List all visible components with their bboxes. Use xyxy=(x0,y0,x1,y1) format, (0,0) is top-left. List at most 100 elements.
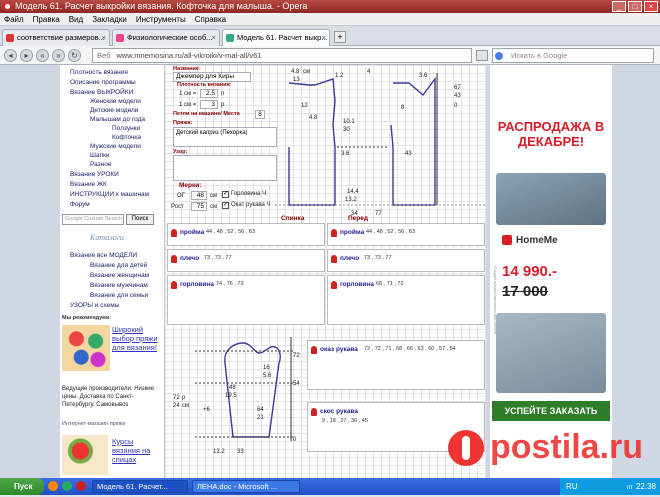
nav-link[interactable]: Ползунки xyxy=(112,125,140,132)
info-icon[interactable] xyxy=(331,229,337,237)
menu-view[interactable]: Вид xyxy=(69,15,83,24)
knitting-course-image[interactable] xyxy=(62,435,108,475)
nav-link[interactable]: Плотность вязания xyxy=(70,69,128,76)
nav-link[interactable]: Разное xyxy=(90,161,111,168)
pattern-field[interactable] xyxy=(173,155,277,181)
close-button[interactable]: × xyxy=(644,1,658,12)
menu-bar: Файл Правка Вид Закладки Инструменты Справка xyxy=(0,13,660,26)
calc-row-back-shoulder: плечо 73 , 73 , 77 xyxy=(167,249,325,272)
nav-link[interactable]: Детские модели xyxy=(90,107,138,114)
url-field[interactable]: Веб www.mnemosina.ru/all-vikroiki/v-mal-a… xyxy=(92,48,472,63)
sleeve-number: 21 xyxy=(257,415,264,421)
nav-link[interactable]: ИНСТРУКЦИИ к машинам xyxy=(70,191,149,198)
nav-link[interactable]: Вязание УРОКИ xyxy=(70,171,119,178)
maximize-button[interactable]: □ xyxy=(628,1,642,12)
catalog-link[interactable]: Вязание женщинам xyxy=(90,272,149,279)
minimize-button[interactable]: _ xyxy=(612,1,626,12)
row-title: плечо xyxy=(340,255,360,262)
tab-model-61[interactable]: Модель 61. Расчет выкр... × xyxy=(222,29,330,47)
catalog-link[interactable]: Вязание мужчинам xyxy=(90,282,148,289)
calc-row-sleeve-cap: оказ рукава 72 , 72 , 71 , 68 , 66 , 63 ,… xyxy=(307,340,485,390)
row-density-input[interactable]: 3 xyxy=(200,100,218,109)
reload-icon[interactable]: ↻ xyxy=(68,49,81,62)
quicklaunch-icon[interactable] xyxy=(76,481,86,491)
close-tab-icon[interactable]: × xyxy=(212,30,216,46)
knitting-course-link[interactable]: Курсы вязания на спицах xyxy=(112,437,160,464)
fast-forward-icon[interactable]: » xyxy=(52,49,65,62)
forward-icon[interactable]: ▸ xyxy=(20,49,33,62)
quicklaunch-icon[interactable] xyxy=(48,481,58,491)
nav-link[interactable]: Мужские модели xyxy=(90,143,141,150)
yarn-field[interactable]: Детский каприз (Пехорка) xyxy=(173,127,277,147)
info-icon[interactable] xyxy=(171,229,177,237)
row-values: 73 , 73 , 77 xyxy=(204,255,232,261)
catalog-heading: Каталоги xyxy=(90,233,124,242)
nav-link[interactable]: Форум xyxy=(70,201,90,208)
windows-taskbar: Пуск Модель 61. Расчет... ЛЕНА.doc - Mic… xyxy=(0,478,660,495)
row-values: 72 , 72 , 71 , 68 , 66 , 63 , 60 , 57 , … xyxy=(364,346,456,352)
language-indicator[interactable]: RU xyxy=(566,478,578,495)
info-icon[interactable] xyxy=(311,346,317,354)
height-input[interactable]: 75 xyxy=(191,202,207,211)
menu-edit[interactable]: Правка xyxy=(33,15,60,24)
custom-search-input[interactable]: Google Custom Search xyxy=(62,214,124,225)
stitch-density-input[interactable]: 2.5 xyxy=(200,89,218,98)
nav-link[interactable]: Описание программы xyxy=(70,79,136,86)
machine-input[interactable]: 8 xyxy=(255,110,265,119)
yarn-ad-url[interactable]: Интернет-магазин пряжи xyxy=(62,421,125,427)
info-icon[interactable] xyxy=(171,281,177,289)
sleeve-cap-checkbox-label: Окат рукава Ч xyxy=(231,202,271,208)
left-sidebar: Плотность вязания Описание программы Вяз… xyxy=(60,65,164,478)
nav-link[interactable]: Шапки xyxy=(90,152,110,159)
catalog-link[interactable]: УЗОРЫ и схемы xyxy=(70,302,119,309)
order-now-button[interactable]: УСПЕЙТЕ ЗАКАЗАТЬ xyxy=(492,401,610,421)
sleeve-pattern-diagram xyxy=(195,337,295,441)
start-button[interactable]: Пуск xyxy=(0,478,44,495)
watermark-text: postila.ru xyxy=(490,428,644,466)
pattern-number: 12 xyxy=(301,103,308,109)
catalog-link[interactable]: Вязание все МОДЕЛИ xyxy=(70,252,137,259)
chest-input[interactable]: 48 xyxy=(191,191,207,200)
banner-ad[interactable]: РАСПРОДАЖА В ДЕКАБРЕ! HomeMe 14 990.- 17… xyxy=(490,65,612,478)
sleeve-cap-checkbox[interactable]: ✓ xyxy=(222,202,229,209)
menu-tools[interactable]: Инструменты xyxy=(136,15,186,24)
yarn-ad-link[interactable]: Широкий выбор пряжи для вязания! xyxy=(112,325,160,352)
nav-link[interactable]: Малышам до года xyxy=(90,116,145,123)
info-icon[interactable] xyxy=(331,281,337,289)
info-icon[interactable] xyxy=(311,408,317,416)
close-tab-icon[interactable]: × xyxy=(322,30,326,46)
quicklaunch-icon[interactable] xyxy=(62,481,72,491)
back-label: Спинка xyxy=(281,215,305,222)
back-piece-outline xyxy=(288,78,336,206)
new-tab-button[interactable]: + xyxy=(334,31,346,43)
search-input[interactable]: Искать в Google xyxy=(492,48,654,63)
search-button[interactable]: Поиск xyxy=(126,214,154,225)
menu-bookmarks[interactable]: Закладки xyxy=(92,15,127,24)
nav-link[interactable]: Женские модели xyxy=(90,98,141,105)
calc-row-front-neckline: горловина 66 , 71 , 72 xyxy=(327,275,485,325)
catalog-link[interactable]: Вязание для семьи xyxy=(90,292,148,299)
nav-link[interactable]: Кофточка xyxy=(112,134,141,141)
nav-link[interactable]: Вязание ЖК xyxy=(70,181,107,188)
yarn-image[interactable] xyxy=(62,325,110,371)
menu-help[interactable]: Справка xyxy=(195,15,226,24)
taskbar-item-opera[interactable]: Модель 61. Расчет... xyxy=(92,480,188,493)
nav-link[interactable]: Вязание ВЫКРОЙКИ xyxy=(70,89,133,96)
sleeve-unit: р xyxy=(182,395,186,401)
tab-physiology[interactable]: Физиологические особ... × xyxy=(112,29,220,46)
rewind-icon[interactable]: « xyxy=(36,49,49,62)
catalog-link[interactable]: Вязание для детей xyxy=(90,262,147,269)
back-icon[interactable]: ◂ xyxy=(4,49,17,62)
pattern-number: 1.2 xyxy=(335,73,344,79)
close-tab-icon[interactable]: × xyxy=(102,30,106,46)
dropdown-icon[interactable] xyxy=(476,50,488,61)
pattern-number: 3.6 xyxy=(419,73,428,79)
neckline-checkbox[interactable]: ✓ xyxy=(222,191,229,198)
info-icon[interactable] xyxy=(171,255,177,263)
tab-label: Физиологические особ... xyxy=(127,33,213,42)
taskbar-item-word[interactable]: ЛЕНА.doc - Microsoft ... xyxy=(192,480,300,493)
name-field[interactable]: Джемпер для Киры xyxy=(173,72,251,82)
menu-file[interactable]: Файл xyxy=(4,15,24,24)
info-icon[interactable] xyxy=(331,255,337,263)
tab-sizes[interactable]: соответствие размеров... × xyxy=(2,29,110,46)
